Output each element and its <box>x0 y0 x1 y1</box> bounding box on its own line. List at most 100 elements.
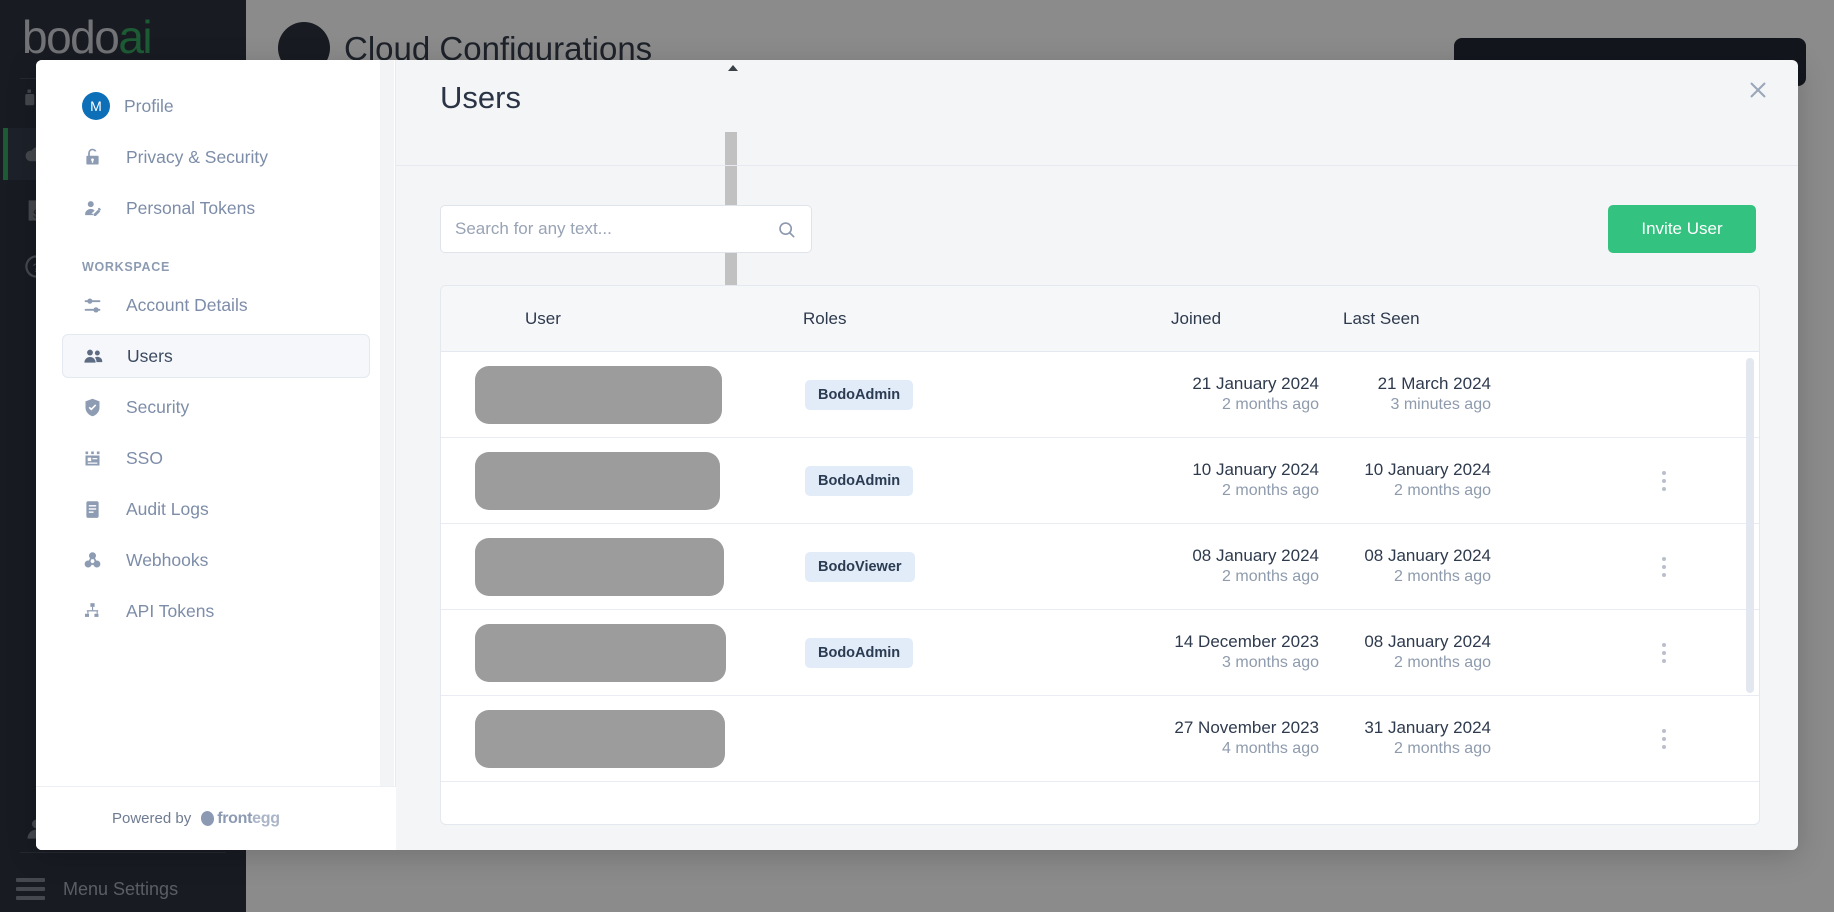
sidebar-item-audit-logs[interactable]: Audit Logs <box>62 487 370 531</box>
role-badge: BodoAdmin <box>805 466 913 496</box>
column-header-user[interactable]: User <box>525 286 561 352</box>
sidebar-item-label: Security <box>126 397 189 418</box>
sidebar-item-users[interactable]: Users <box>62 334 370 378</box>
date-relative: 2 months ago <box>1331 481 1491 502</box>
date-relative: 2 months ago <box>1331 567 1491 588</box>
sliders-icon <box>82 293 112 317</box>
joined-cell: 27 November 20234 months ago <box>1159 717 1319 760</box>
roles-cell: BodoAdmin <box>805 466 913 496</box>
sidebar-item-label: Personal Tokens <box>126 198 255 219</box>
table-scrollbar-thumb[interactable] <box>1746 358 1754 693</box>
joined-cell: 10 January 20242 months ago <box>1159 459 1319 502</box>
search-box[interactable] <box>440 205 812 253</box>
date-relative: 3 months ago <box>1159 653 1319 674</box>
date-absolute: 10 January 2024 <box>1159 459 1319 481</box>
frontegg-brand-bold: front <box>217 810 252 828</box>
date-relative: 2 months ago <box>1159 481 1319 502</box>
search-icon[interactable] <box>776 219 797 240</box>
frontegg-brand-light: egg <box>252 810 280 828</box>
table-row[interactable]: BodoAdmin 14 December 20233 months ago 08 … <box>441 610 1759 696</box>
date-absolute: 27 November 2023 <box>1159 717 1319 739</box>
sidebar-item-personal-tokens[interactable]: Personal Tokens <box>62 186 370 230</box>
date-relative: 2 months ago <box>1159 395 1319 416</box>
sidebar-item-profile[interactable]: M Profile <box>62 84 370 128</box>
date-absolute: 10 January 2024 <box>1331 459 1491 481</box>
sidebar-section-workspace: WORKSPACE <box>82 260 396 274</box>
last-seen-cell: 08 January 20242 months ago <box>1331 631 1491 674</box>
role-badge: BodoAdmin <box>805 380 913 410</box>
close-icon[interactable] <box>1740 72 1776 108</box>
invite-user-button[interactable]: Invite User <box>1608 205 1756 253</box>
users-table: User Roles Joined Last Seen BodoAdmin21 … <box>440 285 1760 825</box>
sidebar-item-api-tokens[interactable]: API Tokens <box>62 589 370 633</box>
table-row[interactable]: BodoViewer08 January 20242 months ago08 … <box>441 524 1759 610</box>
sidebar-item-security[interactable]: Security <box>62 385 370 429</box>
last-seen-cell: 21 March 20243 minutes ago <box>1331 373 1491 416</box>
date-absolute: 08 January 2024 <box>1159 545 1319 567</box>
table-row[interactable]: 27 November 20234 months ago31 January 2… <box>441 696 1759 782</box>
sidebar-item-privacy-security[interactable]: Privacy & Security <box>62 135 370 179</box>
roles-cell: BodoViewer <box>805 552 915 582</box>
table-row[interactable]: BodoAdmin21 January 20242 months ago21 M… <box>441 352 1759 438</box>
frontegg-mark-icon <box>200 810 215 827</box>
role-badge: BodoAdmin <box>805 638 913 668</box>
user-edit-icon <box>82 196 112 220</box>
row-actions-menu-icon[interactable] <box>1651 471 1677 491</box>
lock-open-icon <box>82 145 112 169</box>
frontegg-logo: front egg <box>201 810 279 828</box>
date-absolute: 14 December 2023 <box>1159 631 1319 653</box>
column-header-last-seen[interactable]: Last Seen <box>1343 286 1420 352</box>
last-seen-cell: 10 January 20242 months ago <box>1331 459 1491 502</box>
column-header-joined[interactable]: Joined <box>1171 286 1221 352</box>
roles-cell: BodoAdmin <box>805 380 913 410</box>
header-divider <box>396 165 1798 166</box>
sidebar-item-label: Privacy & Security <box>126 147 268 168</box>
date-relative: 3 minutes ago <box>1331 395 1491 416</box>
shield-check-icon <box>82 395 112 419</box>
joined-cell: 14 December 20233 months ago <box>1159 631 1319 674</box>
sidebar-item-label: Account Details <box>126 295 248 316</box>
sidebar-item-label: API Tokens <box>126 601 214 622</box>
webhook-icon <box>82 548 112 572</box>
joined-cell: 08 January 20242 months ago <box>1159 545 1319 588</box>
roles-cell: BodoAdmin <box>805 638 913 668</box>
users-icon <box>83 344 113 368</box>
date-relative: 2 months ago <box>1159 567 1319 588</box>
user-cell-redacted <box>475 624 726 682</box>
document-lines-icon <box>82 497 112 521</box>
sidebar-item-label: Audit Logs <box>126 499 209 520</box>
powered-by-label: Powered by <box>112 810 191 827</box>
row-actions-menu-icon[interactable] <box>1651 643 1677 663</box>
modal-sidebar-scroll: M Profile Privacy & Security Personal To… <box>36 60 396 786</box>
user-cell-redacted <box>475 452 720 510</box>
modal-sidebar-footer: Powered by front egg <box>36 786 396 850</box>
column-header-roles[interactable]: Roles <box>803 286 846 352</box>
sidebar-item-account-details[interactable]: Account Details <box>62 283 370 327</box>
sidebar-item-sso[interactable]: SSO <box>62 436 370 480</box>
avatar: M <box>82 92 110 120</box>
api-node-icon <box>82 599 112 623</box>
sidebar-scrollbar-track[interactable] <box>380 60 394 786</box>
sidebar-item-label: Profile <box>124 96 174 117</box>
date-relative: 2 months ago <box>1331 739 1491 760</box>
last-seen-cell: 08 January 20242 months ago <box>1331 545 1491 588</box>
user-cell-redacted <box>475 366 722 424</box>
search-input[interactable] <box>455 219 776 239</box>
user-cell-redacted <box>475 538 724 596</box>
role-badge: BodoViewer <box>805 552 915 582</box>
page-title: Users <box>440 80 521 116</box>
date-relative: 4 months ago <box>1159 739 1319 760</box>
table-body: BodoAdmin21 January 20242 months ago21 M… <box>441 352 1759 825</box>
settings-modal: M Profile Privacy & Security Personal To… <box>36 60 1798 850</box>
table-header-row: User Roles Joined Last Seen <box>441 286 1759 352</box>
modal-main: Users Invite User User Roles Joined Last… <box>396 60 1798 850</box>
date-absolute: 08 January 2024 <box>1331 545 1491 567</box>
row-actions-menu-icon[interactable] <box>1651 557 1677 577</box>
date-absolute: 21 March 2024 <box>1331 373 1491 395</box>
row-actions-menu-icon[interactable] <box>1651 729 1677 749</box>
sidebar-item-label: Webhooks <box>126 550 208 571</box>
sidebar-item-webhooks[interactable]: Webhooks <box>62 538 370 582</box>
table-row[interactable]: BodoAdmin10 January 20242 months ago10 J… <box>441 438 1759 524</box>
date-relative: 2 months ago <box>1331 653 1491 674</box>
id-card-icon <box>82 446 112 470</box>
